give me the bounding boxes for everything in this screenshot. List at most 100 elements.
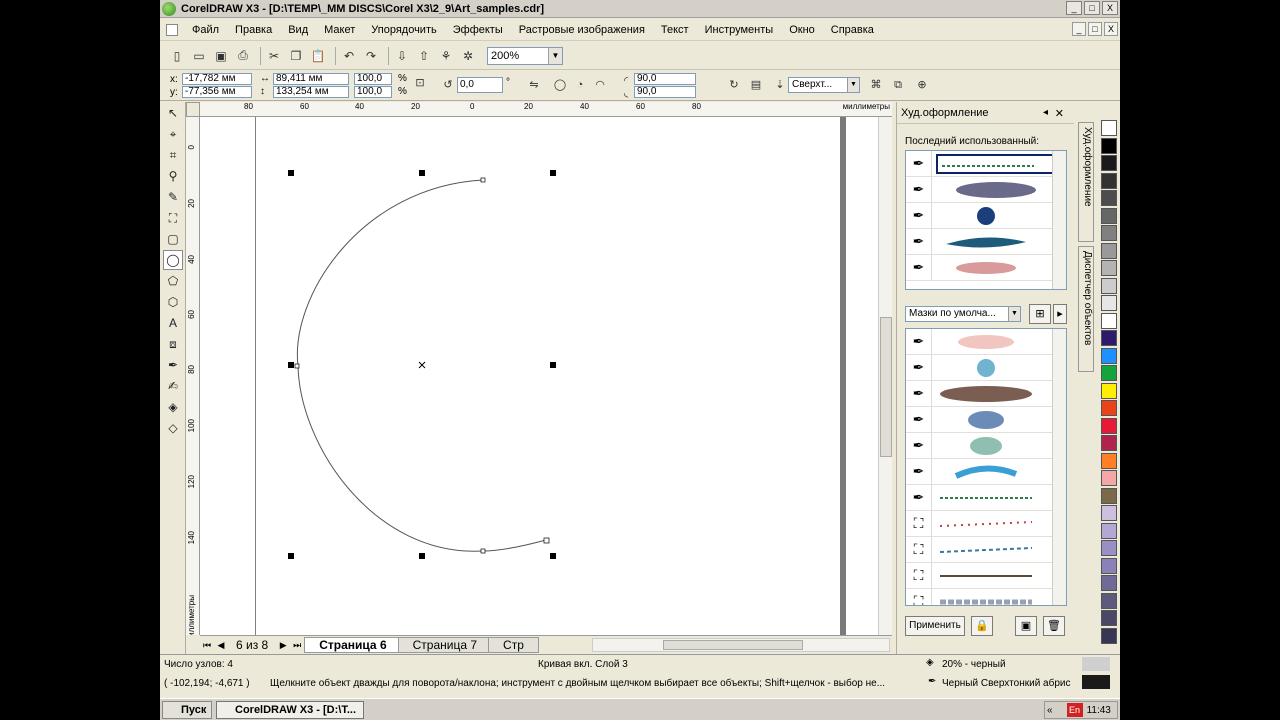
- list-item[interactable]: ✒: [906, 484, 1066, 511]
- export-icon[interactable]: ⇧: [415, 47, 433, 65]
- color-swatch[interactable]: [1101, 190, 1117, 206]
- tab-page-7[interactable]: Страница 7: [397, 636, 493, 653]
- center-marker[interactable]: [418, 361, 426, 369]
- close-button[interactable]: X: [1102, 1, 1118, 15]
- list-item[interactable]: ✒: [906, 380, 1066, 407]
- color-swatch[interactable]: [1101, 137, 1117, 154]
- chevron-down-icon[interactable]: ▼: [1008, 307, 1020, 321]
- menu-tools[interactable]: Инструменты: [697, 24, 782, 36]
- interactive-blend-tool-icon[interactable]: ⧈: [163, 334, 183, 354]
- close-icon[interactable]: ✕: [1055, 107, 1064, 120]
- color-swatch[interactable]: [1101, 277, 1117, 294]
- maximize-button[interactable]: □: [1084, 1, 1100, 15]
- brush-category-select[interactable]: Мазки по умолча... ▼: [905, 306, 1021, 322]
- smart-fill-tool-icon[interactable]: ⛶: [163, 208, 183, 228]
- doc-minimize-button[interactable]: _: [1072, 22, 1086, 36]
- document-icon[interactable]: [166, 23, 178, 36]
- selection-handle[interactable]: [550, 553, 556, 559]
- chevron-down-icon[interactable]: ▼: [548, 47, 562, 64]
- color-swatch[interactable]: [1101, 557, 1117, 574]
- redo-icon[interactable]: ↷: [362, 47, 380, 65]
- menu-arrange[interactable]: Упорядочить: [363, 24, 444, 36]
- list-item[interactable]: ⛶: [906, 536, 1066, 563]
- node-handle[interactable]: [294, 363, 300, 369]
- new-icon[interactable]: ▯: [168, 47, 186, 65]
- target-icon[interactable]: ⊕: [914, 77, 930, 93]
- freehand-tool-icon[interactable]: ✎: [163, 187, 183, 207]
- color-swatch[interactable]: [1101, 540, 1117, 556]
- tab-page-8[interactable]: Стр: [488, 636, 539, 653]
- selection-handle[interactable]: [288, 553, 294, 559]
- language-indicator[interactable]: En: [1066, 703, 1083, 717]
- menu-bitmaps[interactable]: Растровые изображения: [511, 24, 653, 36]
- ellipse-tool-icon[interactable]: ◯: [163, 250, 183, 270]
- list-item[interactable]: ✒: [906, 406, 1066, 433]
- y-position-field[interactable]: -77,356 мм: [182, 86, 252, 98]
- prev-page-icon[interactable]: ◀: [214, 638, 228, 652]
- crop-tool-icon[interactable]: ⌗: [163, 145, 183, 165]
- color-swatch[interactable]: [1101, 225, 1117, 241]
- list-item[interactable]: ✒: [906, 458, 1066, 485]
- list-item[interactable]: ✒: [906, 176, 1066, 203]
- color-swatch[interactable]: [1101, 312, 1117, 329]
- selection-handle[interactable]: [288, 170, 294, 176]
- height-field[interactable]: 133,254 мм: [273, 86, 349, 98]
- basic-shapes-tool-icon[interactable]: ⬡: [163, 292, 183, 312]
- first-page-icon[interactable]: ⏮: [200, 638, 214, 652]
- cut-icon[interactable]: ✂: [265, 47, 283, 65]
- list-item[interactable]: ✒: [906, 432, 1066, 459]
- doc-restore-button[interactable]: □: [1088, 22, 1102, 36]
- color-swatch[interactable]: [1101, 505, 1117, 521]
- color-swatch[interactable]: [1101, 120, 1117, 136]
- corel-online-icon[interactable]: ✲: [459, 47, 477, 65]
- list-item[interactable]: ⛶: [906, 588, 1066, 605]
- node-handle[interactable]: [543, 537, 550, 544]
- color-swatch[interactable]: [1101, 155, 1117, 171]
- menu-help[interactable]: Справка: [823, 24, 882, 36]
- doc-close-button[interactable]: X: [1104, 22, 1118, 36]
- zoom-level-select[interactable]: 200% ▼: [487, 46, 563, 65]
- brush-strokes-list[interactable]: ✒ ✒ ✒ ✒ ✒ ✒ ✒ ⛶ ⛶ ⛶ ⛶: [905, 328, 1067, 606]
- print-icon[interactable]: ⎙: [234, 47, 252, 65]
- tab-artistic-media[interactable]: Худ.оформление: [1078, 122, 1094, 242]
- menu-window[interactable]: Окно: [781, 24, 823, 36]
- selection-handle[interactable]: [550, 170, 556, 176]
- horizontal-ruler[interactable]: 80 60 40 20 0 20 40 60 80 миллиметры: [200, 102, 892, 117]
- menu-edit[interactable]: Правка: [227, 24, 280, 36]
- color-swatch[interactable]: [1101, 330, 1117, 346]
- scrollbar[interactable]: [1052, 151, 1066, 289]
- outline-tool-icon[interactable]: ✍: [163, 376, 183, 396]
- list-item[interactable]: ✒: [906, 151, 1066, 177]
- lock-ratio-icon[interactable]: ⊡: [412, 75, 428, 91]
- menu-text[interactable]: Текст: [653, 24, 697, 36]
- drawing-canvas[interactable]: [200, 117, 892, 635]
- import-icon[interactable]: ⇩: [393, 47, 411, 65]
- pick-tool-icon[interactable]: ↖: [163, 103, 183, 123]
- color-swatch[interactable]: [1101, 172, 1117, 189]
- color-swatch[interactable]: [1101, 242, 1117, 259]
- selection-handle[interactable]: [419, 170, 425, 176]
- node-handle[interactable]: [480, 548, 486, 554]
- scale-x-field[interactable]: 100,0: [354, 73, 392, 85]
- color-swatch[interactable]: [1101, 207, 1117, 224]
- color-swatch[interactable]: [1101, 295, 1117, 311]
- lock-icon[interactable]: 🔒: [971, 616, 993, 636]
- node-handle[interactable]: [480, 177, 486, 183]
- menu-view[interactable]: Вид: [280, 24, 316, 36]
- wrap-text-icon[interactable]: ▤: [748, 77, 764, 93]
- start-button[interactable]: Пуск: [162, 701, 212, 719]
- pie-mode-icon[interactable]: ◔: [572, 77, 588, 93]
- shape-tool-icon[interactable]: ⌖: [163, 124, 183, 144]
- color-swatch[interactable]: [1101, 260, 1117, 276]
- interactive-fill-tool-icon[interactable]: ◇: [163, 418, 183, 438]
- minimize-button[interactable]: _: [1066, 1, 1082, 15]
- paste-icon[interactable]: 📋: [309, 47, 327, 65]
- color-swatch[interactable]: [1101, 575, 1117, 591]
- color-swatch[interactable]: [1101, 470, 1117, 486]
- fill-tool-icon[interactable]: ◈: [163, 397, 183, 417]
- color-swatch[interactable]: [1101, 487, 1117, 504]
- width-field[interactable]: 89,411 мм: [273, 73, 349, 85]
- arc-mode-icon[interactable]: ◠: [592, 77, 608, 93]
- list-item[interactable]: ✒: [906, 329, 1066, 355]
- task-coreldraw[interactable]: CorelDRAW X3 - [D:\T...: [216, 701, 364, 719]
